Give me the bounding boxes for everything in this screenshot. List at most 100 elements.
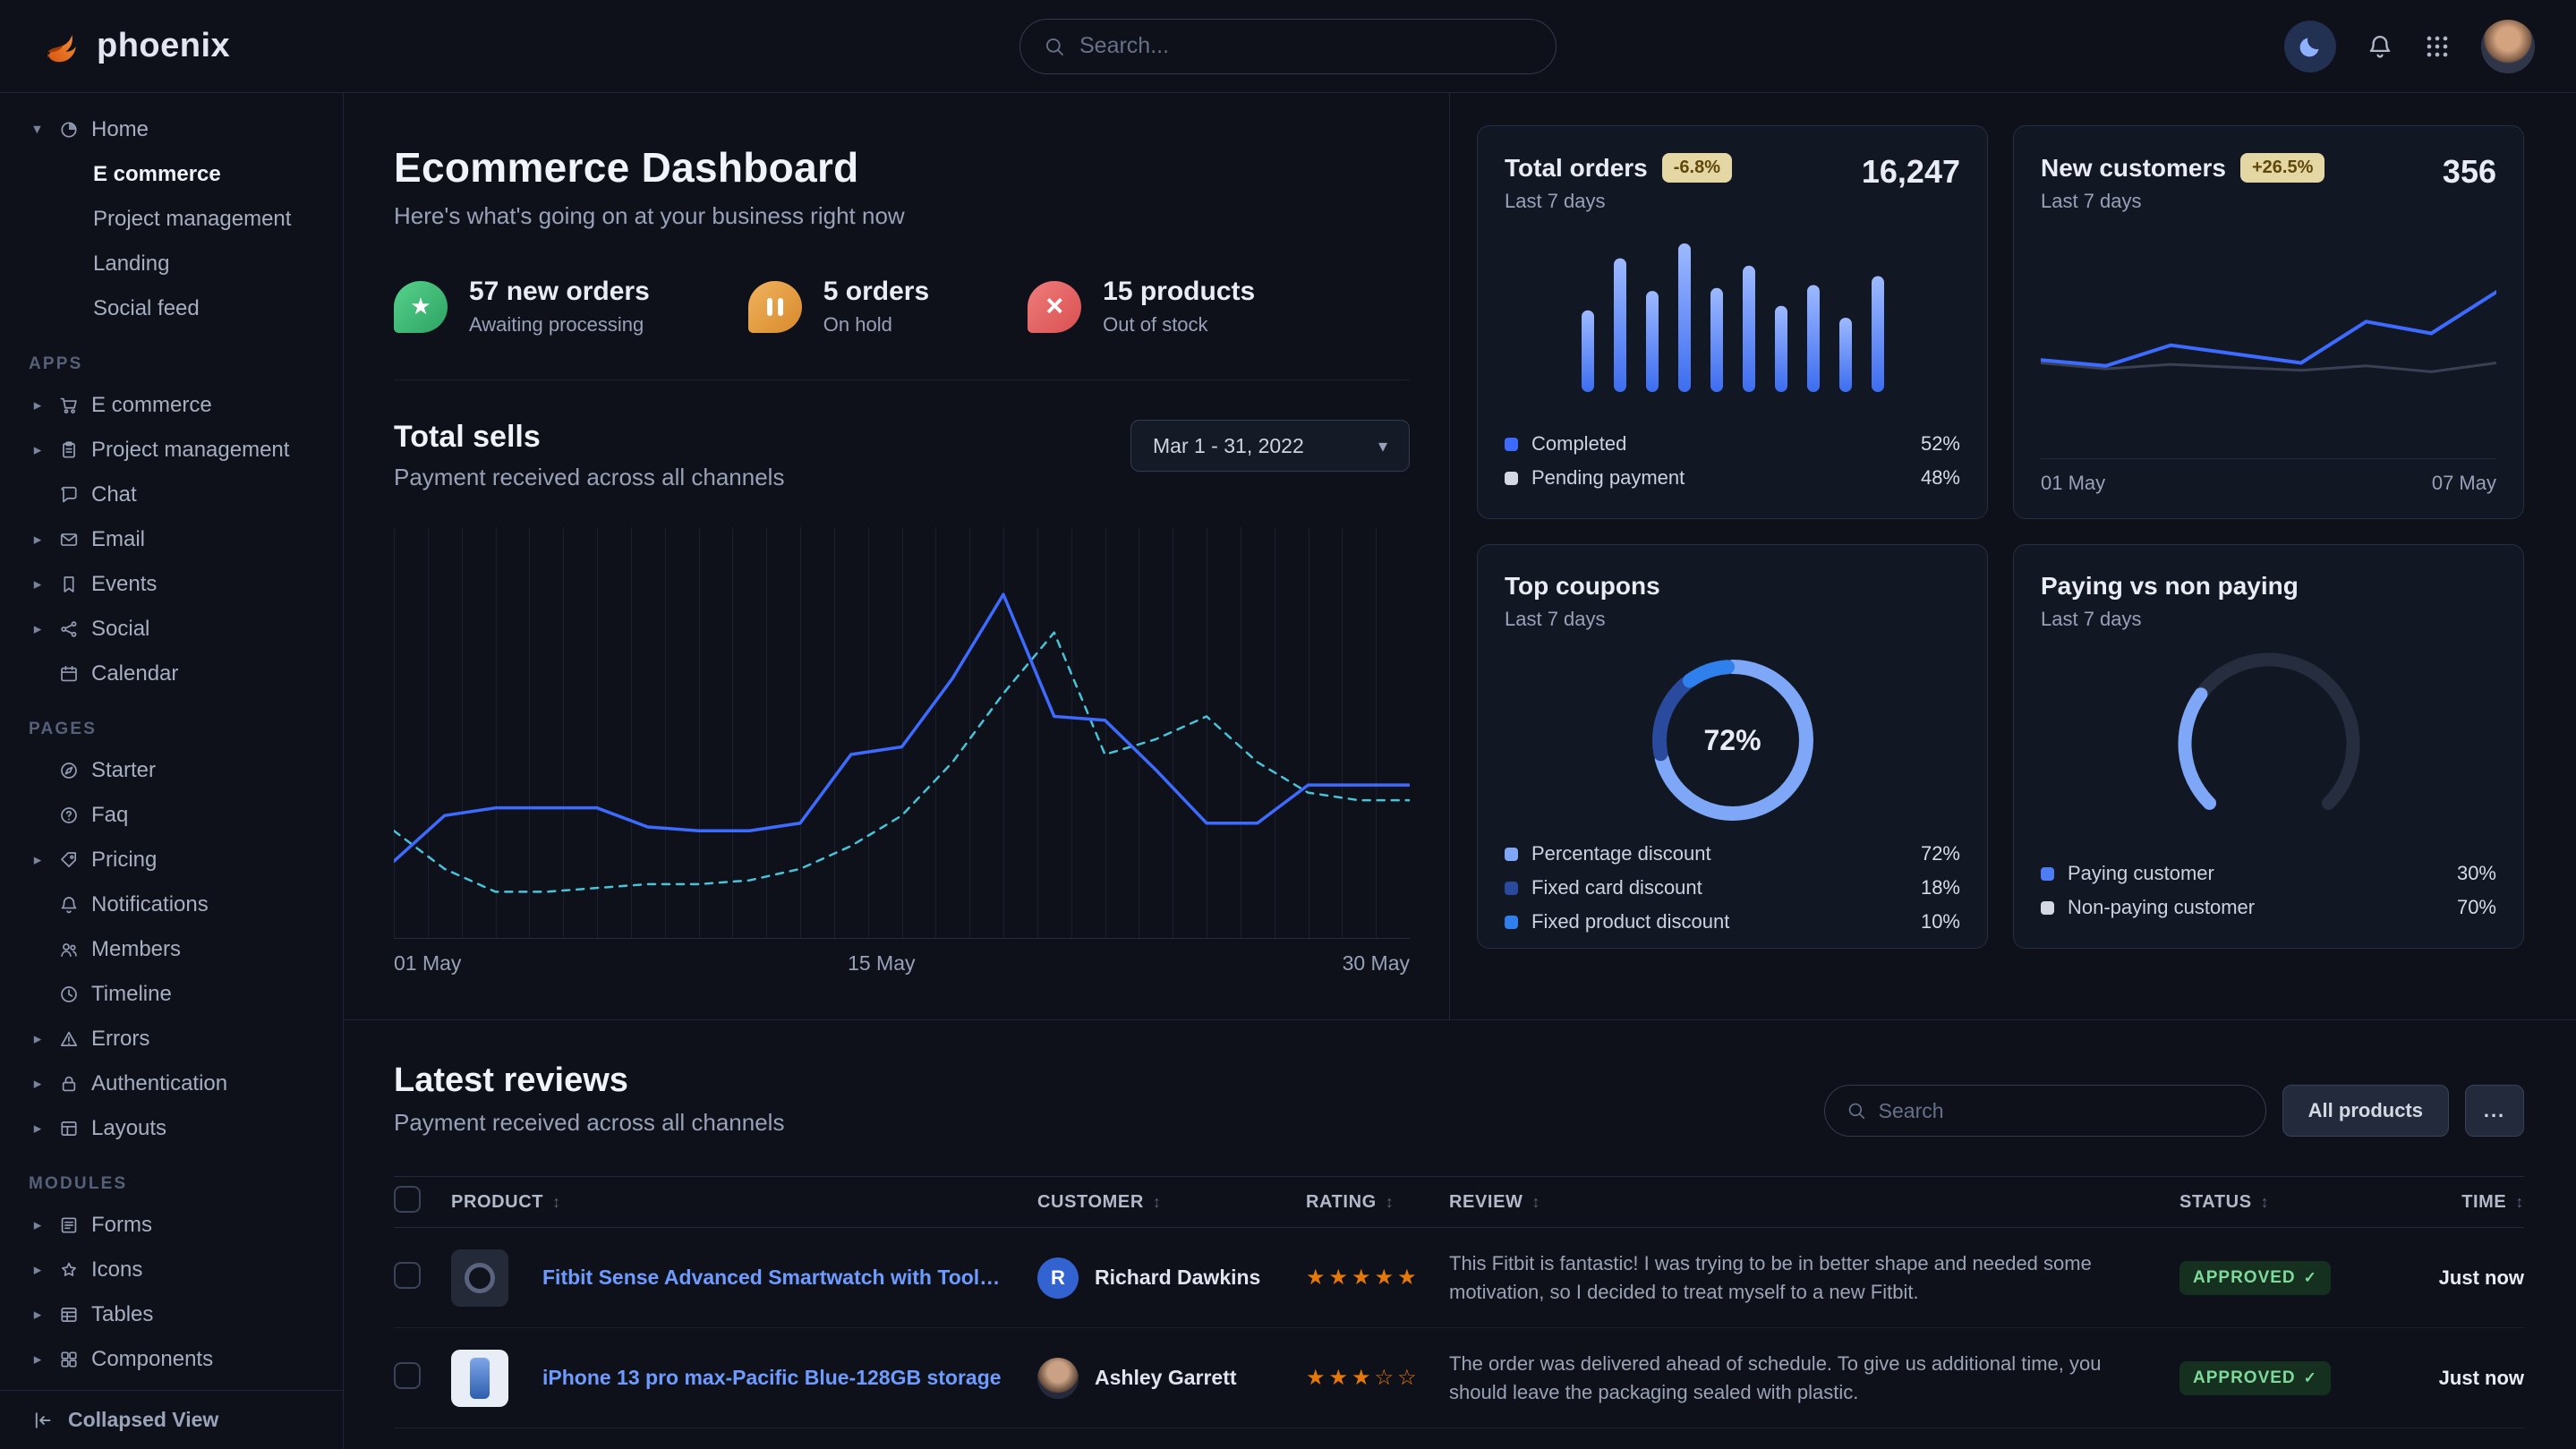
sidebar-item-components[interactable]: ▸Components	[21, 1337, 325, 1382]
sidebar-item-errors[interactable]: ▸Errors	[21, 1017, 325, 1061]
column-header-status[interactable]: STATUS↕	[2179, 1192, 2390, 1213]
customer-avatar	[1037, 1358, 1079, 1399]
sidebar-item-label: Pricing	[91, 848, 157, 873]
product-thumbnail	[451, 1249, 508, 1307]
search-icon	[1044, 36, 1065, 57]
brand-logo[interactable]: phoenix	[41, 26, 230, 67]
check-icon: ✓	[2304, 1369, 2317, 1387]
row-checkbox[interactable]	[394, 1262, 421, 1289]
sidebar-item-events[interactable]: ▸Events	[21, 562, 325, 607]
chevron-right-icon: ▸	[29, 851, 47, 869]
collapse-view-button[interactable]: Collapsed View	[0, 1390, 343, 1449]
sidebar-item-label: Notifications	[91, 892, 209, 917]
sidebar-item-chat[interactable]: Chat	[21, 473, 325, 517]
sidebar-item-label: Email	[91, 527, 145, 552]
top-coupons-legend: Percentage discount72%Fixed card discoun…	[1505, 837, 1960, 939]
sidebar-nav: ▸HomeE commerceProject managementLanding…	[0, 93, 343, 1390]
theme-toggle-button[interactable]	[2284, 21, 2336, 72]
date-range-select[interactable]: Mar 1 - 31, 2022 ▾	[1130, 420, 1410, 472]
sidebar-item-landing[interactable]: Landing	[21, 242, 325, 286]
customer-avatar: R	[1037, 1257, 1079, 1299]
top-coupons-card: Top coupons Last 7 days 72% Percentage d…	[1477, 544, 1988, 949]
sidebar-item-home[interactable]: ▸Home	[21, 107, 325, 152]
select-all-checkbox[interactable]	[394, 1186, 421, 1213]
sidebar-item-forms[interactable]: ▸Forms	[21, 1203, 325, 1248]
sidebar-item-project-management[interactable]: Project management	[21, 197, 325, 242]
sort-icon: ↕	[552, 1193, 561, 1212]
sidebar-item-layouts[interactable]: ▸Layouts	[21, 1106, 325, 1151]
legend-item: Fixed product discount10%	[1505, 905, 1960, 939]
sidebar-item-icons[interactable]: ▸Icons	[21, 1248, 325, 1292]
column-header-rating[interactable]: RATING↕	[1306, 1192, 1449, 1213]
navbar-search[interactable]	[1019, 19, 1557, 74]
stat-value: 15 products	[1103, 277, 1255, 307]
tag-icon	[59, 850, 79, 870]
sidebar-item-e-commerce[interactable]: ▸E commerce	[21, 383, 325, 428]
column-header-time[interactable]: TIME↕	[2390, 1192, 2524, 1213]
notifications-button[interactable]	[2367, 33, 2393, 60]
reviews-search[interactable]	[1824, 1085, 2266, 1137]
phoenix-logo-icon	[41, 26, 82, 67]
top-coupons-donut: 72%	[1643, 651, 1822, 830]
navbar-search-input[interactable]	[1079, 33, 1532, 59]
new-customers-chart	[2041, 240, 2496, 414]
user-avatar[interactable]	[2481, 20, 2535, 73]
rating-stars: ★★★★★	[1306, 1265, 1449, 1291]
kpi-cards: Total orders -6.8% Last 7 days 16,247 Co…	[1450, 93, 2576, 1019]
sidebar-section-label: PAGES	[21, 720, 325, 739]
sidebar-item-faq[interactable]: Faq	[21, 793, 325, 838]
legend-item: Paying customer30%	[2041, 857, 2496, 891]
sidebar-item-label: Faq	[91, 803, 128, 828]
sidebar-item-tables[interactable]: ▸Tables	[21, 1292, 325, 1337]
sidebar: ▸HomeE commerceProject managementLanding…	[0, 93, 344, 1449]
sidebar-item-authentication[interactable]: ▸Authentication	[21, 1061, 325, 1106]
column-header-review[interactable]: REVIEW↕	[1449, 1192, 2179, 1213]
more-options-button[interactable]: ...	[2465, 1085, 2524, 1137]
total-sells-x-labels: 01 May 15 May 30 May	[394, 951, 1410, 980]
page-title: Ecommerce Dashboard	[394, 143, 1410, 192]
review-text: This Fitbit is fantastic! I was trying t…	[1449, 1235, 2165, 1321]
sidebar-item-label: Social	[91, 617, 149, 642]
sidebar-item-label: Icons	[91, 1257, 142, 1283]
pause-icon	[748, 281, 802, 333]
sidebar-item-notifications[interactable]: Notifications	[21, 882, 325, 927]
sidebar-item-project-management[interactable]: ▸Project management	[21, 428, 325, 473]
page-subtitle: Here's what's going on at your business …	[394, 202, 1410, 230]
sidebar-item-label: Authentication	[91, 1071, 227, 1096]
apps-grid-button[interactable]	[2424, 33, 2451, 60]
card-value: 16,247	[1862, 153, 1960, 191]
sidebar-item-timeline[interactable]: Timeline	[21, 972, 325, 1017]
sidebar-item-e-commerce[interactable]: E commerce	[21, 152, 325, 197]
sidebar-item-email[interactable]: ▸Email	[21, 517, 325, 562]
product-link[interactable]: iPhone 13 pro max-Pacific Blue-128GB sto…	[542, 1366, 1002, 1390]
product-link[interactable]: Fitbit Sense Advanced Smartwatch with To…	[542, 1266, 1011, 1290]
legend-item: Non-paying customer70%	[2041, 891, 2496, 925]
stat-desc: Awaiting processing	[469, 313, 650, 337]
bell-icon	[59, 895, 79, 915]
row-checkbox[interactable]	[394, 1362, 421, 1389]
sidebar-item-starter[interactable]: Starter	[21, 748, 325, 793]
chevron-right-icon: ▸	[29, 121, 47, 139]
stat-desc: On hold	[823, 313, 929, 337]
column-header-product[interactable]: PRODUCT↕	[451, 1192, 1037, 1213]
column-header-customer[interactable]: CUSTOMER↕	[1037, 1192, 1306, 1213]
sidebar-item-social-feed[interactable]: Social feed	[21, 286, 325, 331]
sidebar-item-social[interactable]: ▸Social	[21, 607, 325, 652]
clock-pie-icon	[59, 120, 79, 140]
reviews-search-input[interactable]	[1879, 1099, 2244, 1123]
puzzle-icon	[59, 1350, 79, 1369]
stat-15-products: ×15 productsOut of stock	[1028, 277, 1255, 337]
status-badge: APPROVED✓	[2179, 1361, 2331, 1395]
chevron-right-icon: ▸	[29, 441, 47, 459]
sidebar-item-calendar[interactable]: Calendar	[21, 652, 325, 696]
total-orders-chart	[1572, 238, 1894, 396]
search-icon	[1847, 1101, 1866, 1121]
date-range-value: Mar 1 - 31, 2022	[1153, 434, 1304, 458]
collapse-view-label: Collapsed View	[68, 1408, 218, 1432]
sidebar-item-pricing[interactable]: ▸ Pricing	[21, 838, 325, 882]
legend-swatch	[1505, 472, 1518, 485]
sidebar-item-members[interactable]: Members	[21, 927, 325, 972]
all-products-button[interactable]: All products	[2282, 1085, 2449, 1137]
chevron-right-icon: ▸	[29, 1120, 47, 1138]
dashboard-top-section: Ecommerce Dashboard Here's what's going …	[344, 93, 2576, 1020]
